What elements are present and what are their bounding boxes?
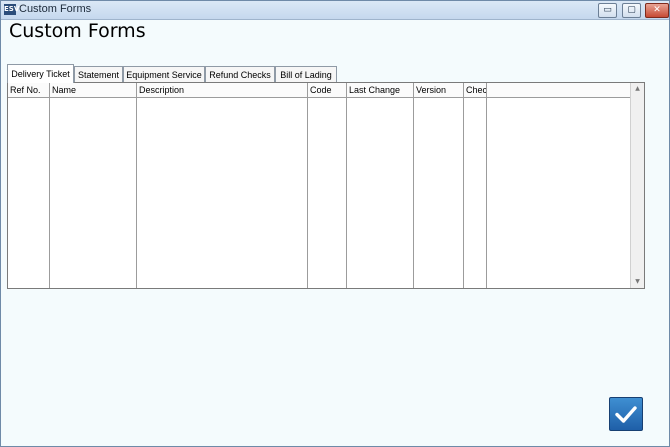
column-header[interactable]: Code [308, 83, 346, 98]
app-logo-icon: ESV [4, 4, 20, 15]
vertical-scrollbar[interactable]: ▲ ▼ [630, 83, 644, 288]
close-button[interactable]: ✕ [645, 3, 669, 18]
column-header[interactable]: Last Change [347, 83, 413, 98]
scroll-down-icon[interactable]: ▼ [632, 277, 643, 287]
minimize-button[interactable]: ▭ [598, 3, 617, 18]
tab-equipment-service[interactable]: Equipment Service [123, 66, 205, 82]
scroll-up-icon[interactable]: ▲ [632, 84, 643, 94]
checkmark-icon [615, 406, 637, 423]
column-version: Version [414, 83, 464, 288]
column-header[interactable]: Version [414, 83, 463, 98]
page-title: Custom Forms [9, 20, 146, 42]
tab-refund-checks[interactable]: Refund Checks [205, 66, 275, 82]
column-code: Code [308, 83, 347, 288]
column-name: Name [50, 83, 137, 288]
tab-delivery-ticket[interactable]: Delivery Ticket [7, 64, 74, 83]
column-header [487, 83, 630, 98]
column-header[interactable]: Name [50, 83, 136, 98]
confirm-button[interactable] [609, 397, 643, 431]
column-header[interactable]: Chec [464, 83, 486, 98]
title-bar: ESV Custom Forms ▭ ▢ ✕ [1, 1, 669, 20]
window-title: Custom Forms [19, 3, 92, 15]
tab-statement[interactable]: Statement [74, 66, 123, 82]
column-ref-no: Ref No. [8, 83, 50, 288]
tab-bill-of-lading[interactable]: Bill of Lading [275, 66, 337, 82]
column-last-change: Last Change [347, 83, 414, 288]
maximize-button[interactable]: ▢ [622, 3, 641, 18]
custom-forms-window: ESV Custom Forms ▭ ▢ ✕ Custom Forms Deli… [0, 0, 670, 447]
column-header[interactable]: Description [137, 83, 307, 98]
column-filler [487, 83, 630, 288]
column-description: Description [137, 83, 308, 288]
column-check: Chec [464, 83, 487, 288]
forms-table[interactable]: Ref No. Name Description Code Last Chang… [7, 82, 645, 289]
column-header[interactable]: Ref No. [8, 83, 49, 98]
